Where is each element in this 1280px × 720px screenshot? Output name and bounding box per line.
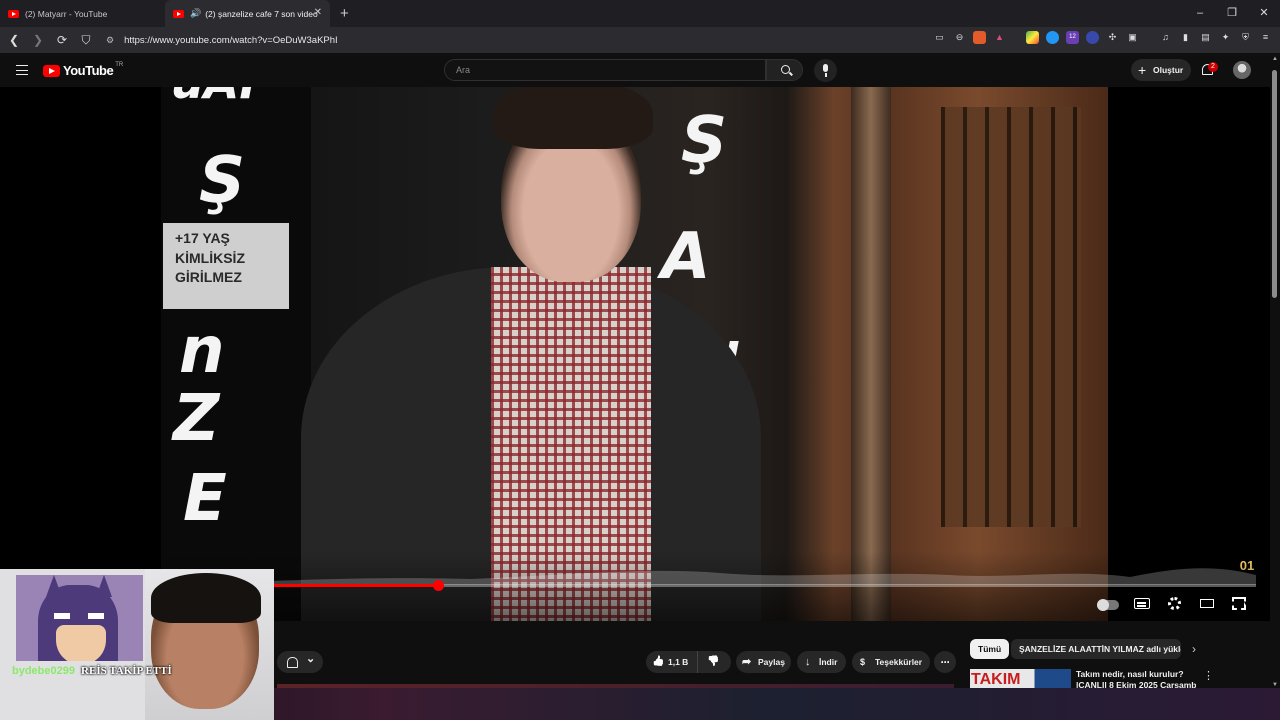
back-button[interactable]: ❮ [4, 33, 24, 47]
chevron-right-icon[interactable]: › [1192, 642, 1196, 656]
thanks-button[interactable]: Teşekkürler [852, 651, 930, 673]
page-scrollbar[interactable]: ▲ ▼ [1270, 56, 1280, 688]
theater-mode-icon[interactable] [1200, 599, 1214, 608]
maximize-button[interactable]: ❐ [1216, 0, 1248, 27]
extension-purple-icon[interactable] [1086, 31, 1099, 44]
extension-color-icon[interactable] [1026, 31, 1039, 44]
video-player[interactable]: uAP Ş n Z E Ş A l i +17 YAŞ KİMLİKSİZ Gİ… [0, 87, 1270, 621]
follow-message: REİS TAKİP ETTİ [81, 665, 172, 677]
bookmark-icon[interactable]: ⛉ [76, 33, 96, 48]
screenshot-icon[interactable]: ▣ [1126, 31, 1139, 44]
most-replayed-heatmap [270, 568, 1256, 585]
sidebar-icon[interactable]: ▮ [1179, 31, 1192, 44]
tab-title: (2) Matyarr - YouTube [25, 8, 108, 19]
scroll-up-icon[interactable]: ▲ [1272, 56, 1278, 62]
browser-tab-bar: (2) Matyarr - YouTube 🔊 (2) şanzelize ca… [0, 0, 1280, 27]
media-icon[interactable]: ♫ [1159, 31, 1172, 44]
create-button[interactable]: Oluştur [1131, 59, 1191, 81]
window-controls: – ❐ ✕ [1184, 0, 1280, 27]
new-tab-button[interactable]: + [340, 5, 349, 22]
follower-name: bydebe0299 [12, 665, 75, 677]
webcam-overlay: bydebe0299 REİS TAKİP ETTİ [0, 569, 274, 720]
chip-uploader[interactable]: ŞANZELİZE ALAATTİN YILMAZ adlı yükleyici [1011, 639, 1181, 659]
voice-search-button[interactable] [814, 59, 837, 82]
vpn-shield-icon[interactable]: ⛨ [1239, 31, 1252, 44]
recommendation-menu-icon[interactable]: ⋮ [1203, 669, 1214, 682]
extension-badge-icon[interactable]: 12 [1066, 31, 1079, 44]
site-settings-icon[interactable]: ⚙ [106, 35, 114, 46]
browser-tab-active[interactable]: 🔊 (2) şanzelize cafe 7 son video ✕ [165, 0, 330, 27]
settings-gear-icon[interactable] [1168, 597, 1181, 610]
browser-tab-inactive[interactable]: (2) Matyarr - YouTube [0, 0, 165, 27]
share-button[interactable]: Paylaş [736, 651, 791, 673]
browser-menu-icon[interactable]: ≡ [1259, 31, 1272, 44]
logo-text: YouTube [63, 63, 114, 78]
extensions-toolbar: ▭ ⊖ ▲ 12 ✣ ▣ ♫ ▮ ▤ ✦ ⛨ ≡ [933, 31, 1272, 44]
notification-badge: 2 [1208, 62, 1218, 72]
recommendation-thumbnail[interactable] [970, 669, 1071, 689]
download-button[interactable]: İndir [797, 651, 846, 673]
follow-alert: bydebe0299 REİS TAKİP ETTİ [12, 665, 172, 677]
country-code: TR [115, 61, 124, 68]
subscription-bell-button[interactable] [277, 648, 323, 673]
url-field[interactable]: ⚙ https://www.youtube.com/watch?v=OeDuW3… [106, 30, 926, 50]
sign-line: GİRİLMEZ [175, 269, 242, 286]
brave-shield-icon[interactable] [973, 31, 986, 44]
dislike-button[interactable] [698, 651, 730, 673]
youtube-play-icon [43, 64, 60, 77]
chip-all[interactable]: Tümü [970, 639, 1010, 659]
rewards-icon[interactable]: ▲ [993, 31, 1006, 44]
search-icon [781, 65, 790, 74]
speaker-icon[interactable]: 🔊 [190, 8, 201, 19]
account-avatar[interactable] [1233, 61, 1251, 79]
tab-title: (2) şanzelize cafe 7 son video [205, 8, 318, 19]
autoplay-toggle[interactable] [1097, 599, 1119, 611]
search-input[interactable]: Ara [444, 59, 766, 81]
sign-line: +17 YAŞ [175, 230, 230, 246]
search-button[interactable] [766, 59, 803, 81]
forward-button[interactable]: ❯ [28, 33, 48, 47]
leo-icon[interactable]: ✦ [1219, 31, 1232, 44]
scrubber-handle[interactable] [432, 580, 444, 591]
youtube-favicon-icon [8, 9, 19, 18]
batman-avatar [16, 575, 143, 661]
streamer-camera [145, 569, 274, 720]
zoom-icon[interactable]: ⊖ [953, 31, 966, 44]
cast-icon[interactable]: ▭ [933, 31, 946, 44]
puzzle-icon[interactable]: ✣ [1106, 31, 1119, 44]
more-actions-button[interactable]: ··· [934, 651, 956, 673]
age-restriction-sign: +17 YAŞ KİMLİKSİZ GİRİLMEZ [163, 223, 289, 309]
sign-line: KİMLİKSİZ [175, 249, 245, 266]
close-window-button[interactable]: ✕ [1248, 0, 1280, 27]
like-dislike-group: 1,1 B [646, 651, 731, 673]
recommendation-title-line: Takım nedir, nasıl kurulur? [1076, 669, 1184, 679]
progress-played [270, 584, 438, 587]
url-text: https://www.youtube.com/watch?v=OeDuW3aK… [124, 34, 338, 46]
wallet-icon[interactable]: ▤ [1199, 31, 1212, 44]
progress-bar[interactable] [270, 580, 1256, 591]
scrollbar-thumb[interactable] [1272, 70, 1277, 298]
hamburger-menu-icon[interactable] [16, 65, 28, 75]
video-frame[interactable]: uAP Ş n Z E Ş A l i +17 YAŞ KİMLİKSİZ Gİ… [161, 87, 1108, 621]
subtitles-icon[interactable] [1134, 598, 1150, 609]
youtube-logo[interactable]: YouTube TR [43, 61, 124, 78]
reload-button[interactable]: ⟳ [52, 33, 72, 47]
youtube-favicon-icon [173, 9, 184, 18]
like-button[interactable]: 1,1 B [646, 651, 698, 673]
extension-blue-icon[interactable] [1046, 31, 1059, 44]
youtube-header: YouTube TR Ara Oluştur [0, 53, 1280, 87]
address-bar-row: ❮ ❯ ⟳ ⛉ ⚙ https://www.youtube.com/watch?… [0, 27, 1280, 53]
close-tab-icon[interactable]: ✕ [314, 7, 322, 18]
minimize-button[interactable]: – [1184, 0, 1216, 27]
